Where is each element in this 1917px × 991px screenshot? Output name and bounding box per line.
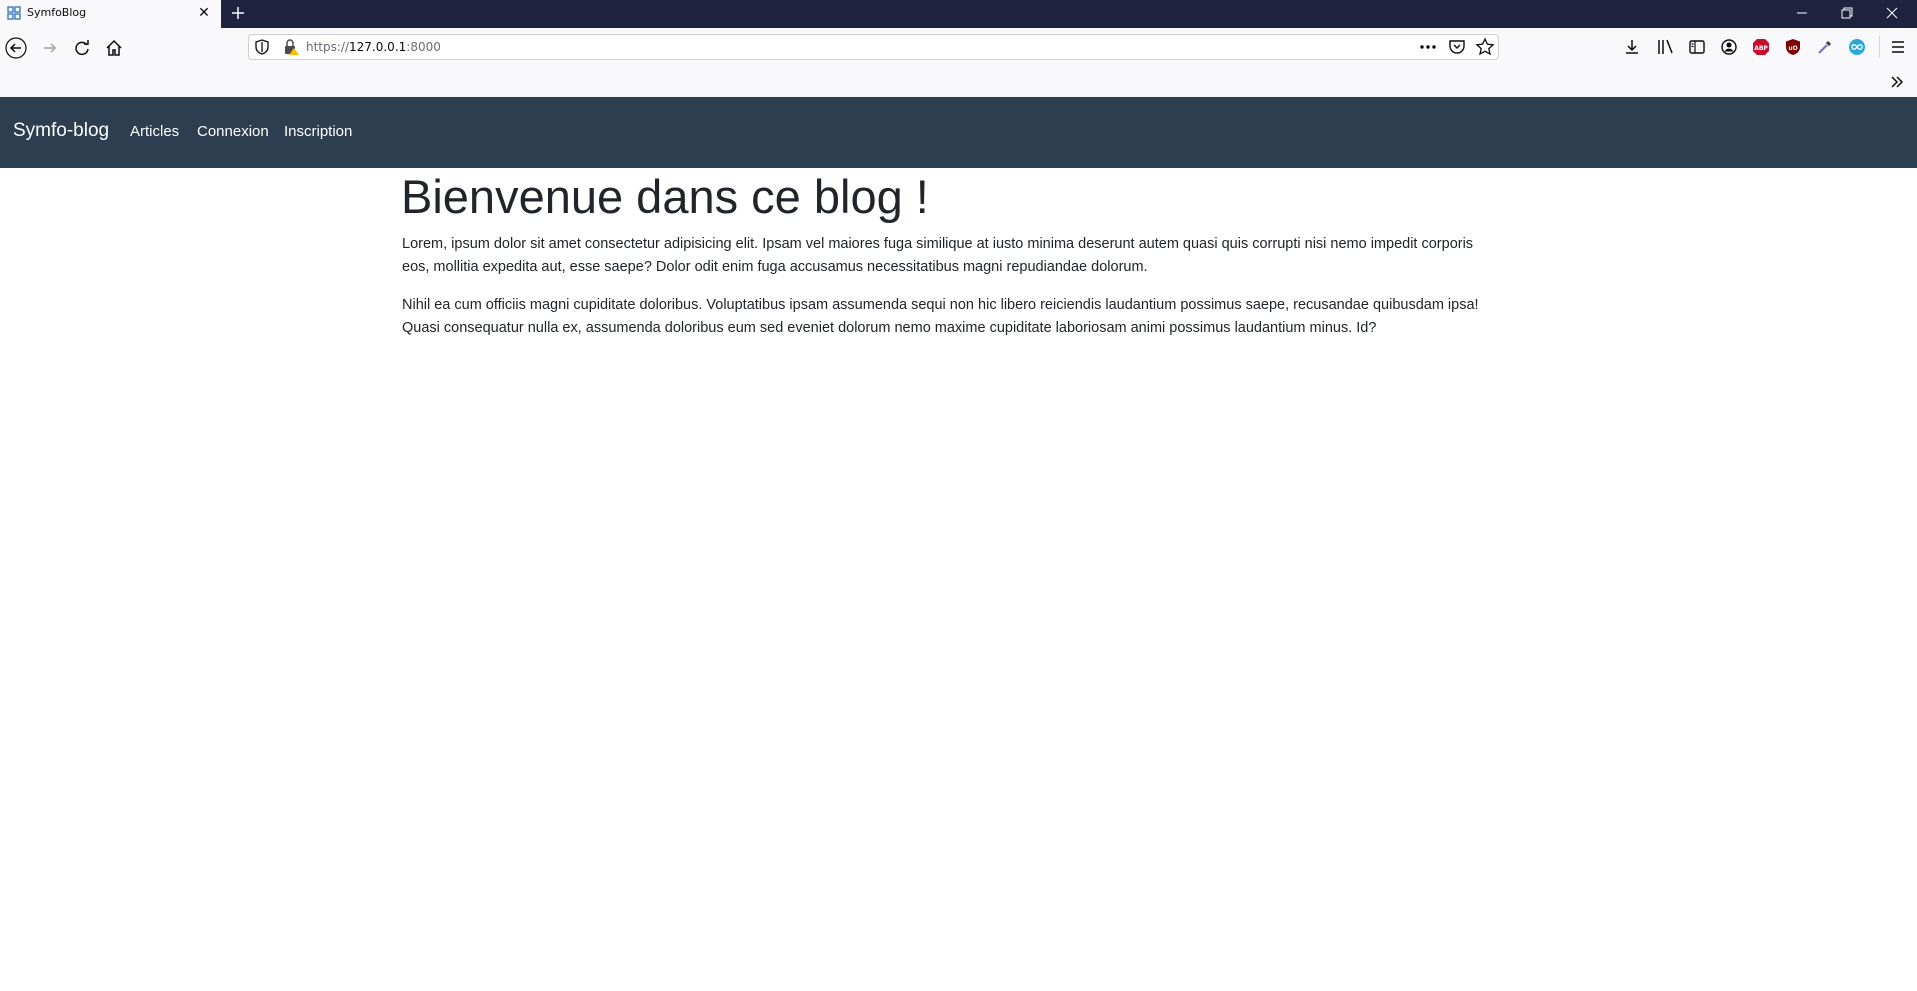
home-icon[interactable] (103, 37, 125, 59)
browser-tab[interactable]: SymfoBlog ✕ (0, 0, 221, 28)
url-host: 127.0.0.1 (349, 40, 407, 54)
svg-text:ABP: ABP (1754, 45, 1768, 52)
bookmarks-toolbar (0, 68, 1917, 97)
adblock-plus-icon[interactable]: ABP (1751, 37, 1771, 57)
pocket-icon[interactable] (1447, 37, 1467, 57)
reload-icon[interactable] (71, 37, 93, 59)
url-scheme: https:// (306, 40, 350, 54)
nav-link-articles[interactable]: Articles (130, 123, 179, 140)
overflow-chevron-icon[interactable] (1887, 72, 1907, 92)
extension-infinity-icon[interactable] (1847, 37, 1867, 57)
url-text[interactable]: https://127.0.0.1:8000 (306, 40, 441, 54)
menu-hamburger-icon[interactable] (1888, 37, 1908, 57)
ublock-origin-icon[interactable]: uO (1783, 37, 1803, 57)
tab-title: SymfoBlog (27, 6, 87, 19)
site-brand-link[interactable]: Symfo-blog (13, 120, 109, 142)
intro-paragraph-1: Lorem, ipsum dolor sit amet consectetur … (402, 236, 1474, 275)
url-port: :8000 (406, 40, 441, 54)
sidebar-icon[interactable] (1687, 37, 1707, 57)
site-favicon-icon (7, 6, 21, 20)
page-title: Bienvenue dans ce blog ! (401, 170, 929, 223)
bookmark-star-icon[interactable] (1475, 37, 1495, 57)
account-icon[interactable] (1719, 37, 1739, 57)
page-actions-more-icon[interactable] (1418, 37, 1438, 57)
downloads-icon[interactable] (1622, 37, 1642, 57)
forward-icon[interactable] (39, 37, 61, 59)
tracking-protection-shield-icon[interactable] (253, 38, 271, 56)
back-icon[interactable] (5, 37, 27, 59)
toolbar-divider (1879, 36, 1880, 58)
close-window-icon[interactable] (1883, 4, 1901, 22)
minimize-window-icon[interactable] (1793, 4, 1811, 22)
intro-paragraph-2: Nihil ea cum officiis magni cupiditate d… (402, 297, 1479, 336)
eyedropper-icon[interactable] (1815, 37, 1835, 57)
browser-tab-strip: SymfoBlog ✕ (0, 0, 1917, 28)
svg-text:uO: uO (1788, 45, 1797, 52)
new-tab-icon[interactable] (229, 4, 247, 22)
restore-window-icon[interactable] (1838, 4, 1856, 22)
library-icon[interactable] (1655, 37, 1675, 57)
insecure-lock-icon[interactable] (282, 38, 300, 56)
close-tab-icon[interactable]: ✕ (196, 5, 212, 21)
nav-link-connexion[interactable]: Connexion (197, 123, 269, 140)
nav-link-inscription[interactable]: Inscription (284, 123, 352, 140)
